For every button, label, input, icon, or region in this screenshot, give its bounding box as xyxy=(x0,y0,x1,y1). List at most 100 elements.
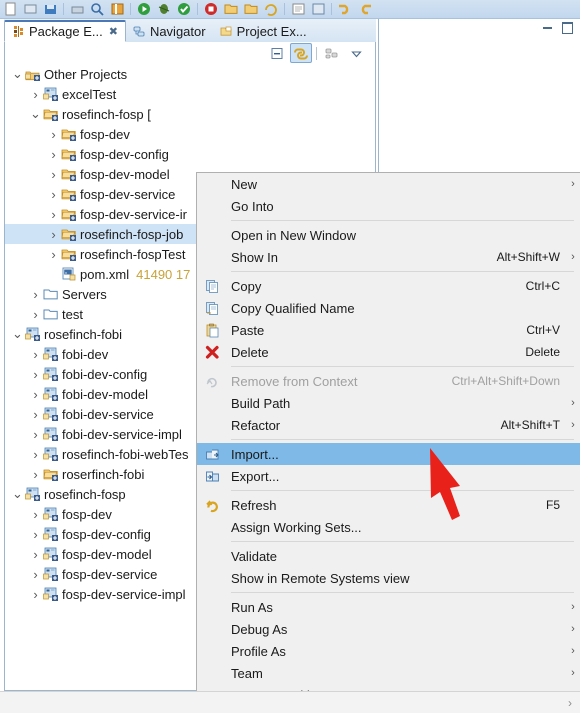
menu-item-label: Refresh xyxy=(231,497,277,513)
menu-item-copy-qualified-name[interactable]: Copy Qualified Name xyxy=(197,297,580,319)
menu-item-show-in-remote-systems-view[interactable]: Show in Remote Systems view xyxy=(197,567,580,589)
chevron-right-icon[interactable]: › xyxy=(29,344,42,364)
chevron-right-icon[interactable]: › xyxy=(29,584,42,604)
menu-item-copy[interactable]: Copy Ctrl+C xyxy=(197,275,580,297)
menu-item-build-path[interactable]: Build Path › xyxy=(197,392,580,414)
menu-item-run-as[interactable]: Run As › xyxy=(197,596,580,618)
open-folder2-icon[interactable] xyxy=(241,1,261,17)
focus-on-active-task-button[interactable] xyxy=(321,43,343,63)
chevron-right-icon[interactable]: › xyxy=(47,124,60,144)
menu-item-refresh[interactable]: Refresh F5 xyxy=(197,494,580,516)
chevron-right-icon[interactable]: › xyxy=(47,204,60,224)
menu-item-validate[interactable]: Validate xyxy=(197,545,580,567)
chevron-down-icon[interactable]: ⌄ xyxy=(29,104,42,124)
copy-icon xyxy=(197,275,227,297)
menu-separator xyxy=(231,541,574,542)
menu-item-open-in-new-window[interactable]: Open in New Window xyxy=(197,224,580,246)
menu-item-delete[interactable]: Delete Delete xyxy=(197,341,580,363)
tree-row[interactable]: › excelTest xyxy=(5,84,375,104)
chevron-right-icon[interactable]: › xyxy=(29,424,42,444)
chevron-right-icon[interactable]: › xyxy=(29,444,42,464)
validate-icon[interactable] xyxy=(174,1,194,17)
search-icon[interactable] xyxy=(87,1,107,17)
tree-row[interactable]: › fosp-dev xyxy=(5,124,375,144)
stop-red-icon[interactable] xyxy=(201,1,221,17)
chevron-right-icon[interactable]: › xyxy=(47,244,60,264)
chevron-right-icon[interactable]: › xyxy=(29,504,42,524)
menu-item-team[interactable]: Team › xyxy=(197,662,580,684)
horizontal-scrollbar[interactable]: › xyxy=(0,691,580,713)
tree-row-label: rosefinch-fobi xyxy=(44,326,123,342)
view-menu-button[interactable] xyxy=(345,43,367,63)
tree-row-label: excelTest xyxy=(62,86,117,102)
minimize-button[interactable] xyxy=(541,21,554,34)
maven-project-icon xyxy=(42,364,59,384)
menu-icon-placeholder xyxy=(197,545,227,567)
menu-item-label: Profile As xyxy=(231,643,286,659)
menu-item-go-into[interactable]: Go Into xyxy=(197,195,580,217)
tree-row[interactable]: › fosp-dev-config xyxy=(5,144,375,164)
chevron-right-icon[interactable]: › xyxy=(29,464,42,484)
chevron-right-icon[interactable]: › xyxy=(47,164,60,184)
new-file-icon[interactable] xyxy=(0,1,20,17)
tree-row[interactable]: ⌄ rosefinch-fosp [ xyxy=(5,104,375,124)
chevron-right-icon[interactable]: › xyxy=(47,184,60,204)
export-icon xyxy=(197,465,227,487)
menu-item-new[interactable]: New › xyxy=(197,173,580,195)
forward-icon[interactable] xyxy=(355,1,375,17)
chevron-right-icon[interactable]: › xyxy=(29,284,42,304)
menu-item-profile-as[interactable]: Profile As › xyxy=(197,640,580,662)
collapse-all-button[interactable] xyxy=(266,43,288,63)
tree-row-label: Servers xyxy=(62,286,107,302)
link-with-editor-button[interactable] xyxy=(290,43,312,63)
open-type-icon[interactable] xyxy=(20,1,40,17)
tree-row-label: fosp-dev-config xyxy=(62,526,151,542)
menu-item-import[interactable]: Import... xyxy=(197,443,580,465)
open-folder-icon[interactable] xyxy=(221,1,241,17)
refresh-icon[interactable] xyxy=(261,1,281,17)
run-green-icon[interactable] xyxy=(134,1,154,17)
chevron-right-icon[interactable]: › xyxy=(29,524,42,544)
menu-item-refactor[interactable]: Refactor Alt+Shift+T › xyxy=(197,414,580,436)
context-menu[interactable]: New › Go Into Open in New Window Show In Alt+… xyxy=(196,172,580,712)
chevron-right-icon[interactable]: › xyxy=(29,404,42,424)
chevron-right-icon[interactable]: › xyxy=(29,84,42,104)
menu-icon-placeholder xyxy=(197,567,227,589)
chevron-right-icon[interactable]: › xyxy=(29,544,42,564)
menu-item-shortcut: Alt+Shift+T xyxy=(500,418,560,432)
menu-item-label: Run As xyxy=(231,599,273,615)
tree-row[interactable]: ⌄ Other Projects xyxy=(5,64,375,84)
chevron-right-icon[interactable]: › xyxy=(47,144,60,164)
chevron-right-icon[interactable]: › xyxy=(29,384,42,404)
chevron-right-icon[interactable]: › xyxy=(29,304,42,324)
chevron-right-icon[interactable]: › xyxy=(29,364,42,384)
chevron-right-icon[interactable]: › xyxy=(29,564,42,584)
editor-icon[interactable] xyxy=(288,1,308,17)
chevron-down-icon[interactable]: ⌄ xyxy=(11,484,24,504)
menu-item-label: Import... xyxy=(231,446,279,462)
menu-item-debug-as[interactable]: Debug As › xyxy=(197,618,580,640)
view-toolbar xyxy=(5,42,375,64)
back-icon[interactable] xyxy=(335,1,355,17)
menu-item-label: Copy Qualified Name xyxy=(231,300,355,316)
debug-icon[interactable] xyxy=(154,1,174,17)
tab-navigator[interactable]: Navigator xyxy=(126,20,213,42)
chevron-down-icon[interactable]: ⌄ xyxy=(11,64,24,84)
menu-item-assign-working-sets[interactable]: Assign Working Sets... xyxy=(197,516,580,538)
menu-item-paste[interactable]: Paste Ctrl+V xyxy=(197,319,580,341)
close-icon[interactable]: ✖ xyxy=(109,25,118,38)
scroll-right-icon[interactable]: › xyxy=(568,696,580,710)
perspective-icon[interactable] xyxy=(308,1,328,17)
xml-file-icon: x xyxy=(60,264,77,284)
chevron-down-icon[interactable]: ⌄ xyxy=(11,324,24,344)
open-resource-icon[interactable] xyxy=(107,1,127,17)
tab-package-explorer[interactable]: Package E... ✖ xyxy=(4,20,126,42)
menu-item-export[interactable]: Export... xyxy=(197,465,580,487)
save-icon[interactable] xyxy=(40,1,60,17)
tree-row-label: fobi-dev xyxy=(62,346,109,362)
tab-project-explorer[interactable]: Project Ex... xyxy=(213,20,314,42)
chevron-right-icon[interactable]: › xyxy=(47,224,60,244)
maximize-button[interactable] xyxy=(561,21,574,34)
menu-item-show-in[interactable]: Show In Alt+Shift+W › xyxy=(197,246,580,268)
print-icon[interactable] xyxy=(67,1,87,17)
